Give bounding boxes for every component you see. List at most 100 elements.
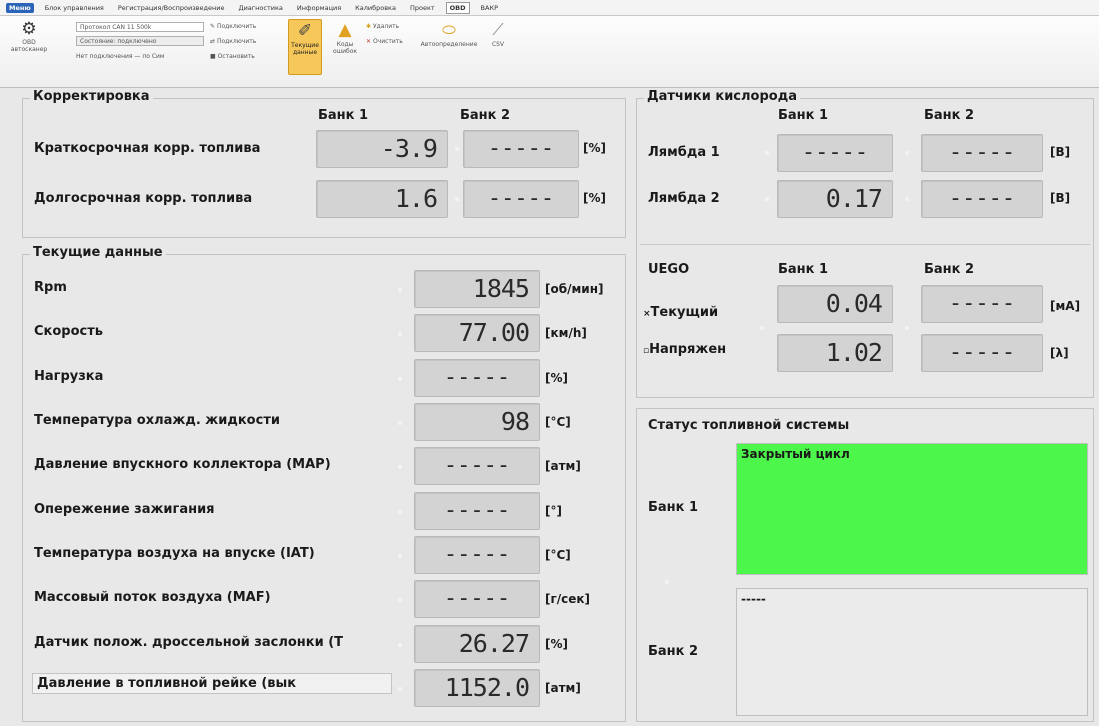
current-row-label: Опережение зажигания: [34, 502, 215, 517]
plug-icon: ⇄: [210, 38, 217, 45]
uego-title: UEGO: [648, 262, 690, 277]
field-marker: [398, 377, 402, 381]
error-codes-button[interactable]: ▲ Коды ошибок: [330, 19, 360, 55]
engine-icon: ⬭: [442, 20, 456, 39]
current-row-unit: [%]: [545, 637, 568, 651]
uego-current-text: Текущий: [650, 305, 719, 320]
uego-voltage-unit: [λ]: [1050, 346, 1069, 360]
lambda1-label: Лямбда 1: [648, 145, 720, 160]
field-marker: [398, 288, 402, 292]
current-row-unit: [атм]: [545, 459, 581, 473]
current-row-unit: [об/мин]: [545, 282, 604, 296]
current-row-value: 98: [414, 403, 540, 441]
current-row-label: Нагрузка: [34, 369, 104, 384]
field-marker: [398, 687, 402, 691]
tab-project[interactable]: Проект: [407, 3, 438, 13]
fuel-status-title: Статус топливной системы: [648, 418, 850, 433]
long-term-fuel-trim-unit: [%]: [583, 191, 606, 205]
current-row-label: Скорость: [34, 324, 103, 339]
close-icon: ✕: [366, 38, 373, 45]
connect-small-label: Подключить: [216, 23, 257, 30]
long-term-fuel-trim-bank1: 1.6: [316, 180, 448, 218]
current-row-label: Температура охлажд. жидкости: [34, 413, 280, 428]
tab-obd[interactable]: OBD: [445, 1, 470, 14]
field-marker: [398, 421, 402, 425]
lambda2-bank1: 0.17: [777, 180, 893, 218]
short-term-fuel-trim-unit: [%]: [583, 141, 606, 155]
tab-ecu[interactable]: Блок управления: [42, 3, 107, 13]
current-row-unit: [атм]: [545, 681, 581, 695]
stop-small-button[interactable]: ■ Остановить: [210, 53, 255, 60]
obd-scanner-label: OBD автосканер: [10, 39, 48, 53]
field-marker: [455, 197, 459, 201]
current-row-label: Давление впускного коллектора (MAP): [34, 457, 331, 472]
short-term-fuel-trim-bank1: -3.9: [316, 130, 448, 168]
clear-small-label: Очистить: [372, 38, 403, 45]
current-data-button[interactable]: ✐ Текущие данные: [288, 19, 322, 75]
delete-small-button[interactable]: ✱ Удалить: [366, 23, 399, 30]
connect-small-button[interactable]: ✎ Подключить: [210, 23, 256, 30]
field-marker: [398, 465, 402, 469]
field-marker: [398, 554, 402, 558]
tab-menu[interactable]: Меню: [6, 2, 34, 13]
ribbon-tab-bar: Меню Блок управления Регистрация/Воспрои…: [0, 0, 1099, 16]
ribbon-toolbar: ⚙ OBD автосканер Протокол CAN 11 500k Со…: [0, 16, 1099, 88]
fuel-status-bank1-label: Банк 1: [648, 500, 699, 515]
protocol-select[interactable]: Протокол CAN 11 500k: [76, 22, 204, 32]
autodetect-button[interactable]: ⬭ Автоопределение: [421, 19, 478, 48]
obd-scanner-button[interactable]: ⚙ OBD автосканер: [8, 20, 50, 54]
correction-title: Корректировка: [30, 89, 153, 104]
pencil-icon: ✎: [210, 23, 217, 30]
uego-bank1-header: Банк 1: [778, 262, 829, 277]
long-term-fuel-trim-label: Долгосрочная корр. топлива: [34, 191, 253, 206]
tab-vakr[interactable]: ВАКР: [478, 3, 501, 13]
clear-small-button[interactable]: ✕ Очистить: [366, 38, 403, 45]
uego-current-marker: ×: [643, 309, 651, 319]
tab-calibration[interactable]: Калибровка: [352, 3, 399, 13]
field-marker: [765, 151, 769, 155]
field-marker: [455, 147, 459, 151]
autodetect-label: Автоопределение: [420, 41, 478, 48]
current-row-value: -----: [414, 359, 540, 397]
field-marker: [905, 326, 909, 330]
uego-voltage-bank2: -----: [921, 334, 1043, 372]
connect2-small-button[interactable]: ⇄ Подключить: [210, 38, 256, 45]
current-row-label: Массовый поток воздуха (MAF): [34, 590, 271, 605]
current-row-unit: [км/h]: [545, 326, 587, 340]
tab-logging[interactable]: Регистрация/Воспроизведение: [115, 3, 228, 13]
lambda1-bank2: -----: [921, 134, 1043, 172]
lambda1-unit: [В]: [1050, 145, 1071, 159]
fuel-status-bank2-label: Банк 2: [648, 644, 699, 659]
tab-info[interactable]: Информация: [294, 3, 344, 13]
uego-current-bank2: -----: [921, 285, 1043, 323]
field-marker: [665, 580, 669, 584]
field-marker: [760, 326, 764, 330]
tab-diagnostics[interactable]: Диагностика: [235, 3, 285, 13]
uego-bank2-header: Банк 2: [924, 262, 975, 277]
ribbon-hint: Нет подключения — по Сим: [76, 53, 165, 60]
short-term-fuel-trim-bank2: -----: [463, 130, 579, 168]
lambda2-label: Лямбда 2: [648, 191, 720, 206]
current-row-value: 77.00: [414, 314, 540, 352]
correction-bank1-header: Банк 1: [318, 108, 369, 123]
correction-bank2-header: Банк 2: [460, 108, 511, 123]
field-marker: [905, 197, 909, 201]
uego-current-unit: [мА]: [1050, 299, 1081, 313]
chart-icon: ⟋: [492, 20, 504, 39]
current-row-unit: [°]: [545, 504, 562, 518]
csv-button[interactable]: ⟋ CSV: [486, 19, 510, 48]
csv-label: CSV: [491, 41, 505, 48]
current-row-unit: [°C]: [545, 548, 571, 562]
current-row-value: -----: [414, 492, 540, 530]
field-marker: [398, 332, 402, 336]
oxygen-bank1-header: Банк 1: [778, 108, 829, 123]
current-row-label: Температура воздуха на впуске (IAT): [34, 546, 315, 561]
field-marker: [398, 598, 402, 602]
oxygen-sensors-title: Датчики кислорода: [644, 89, 800, 104]
current-row-value: -----: [414, 580, 540, 618]
short-term-fuel-trim-label: Краткосрочная корр. топлива: [34, 141, 261, 156]
oxygen-divider: [640, 244, 1090, 245]
current-row-value: -----: [414, 447, 540, 485]
connect2-small-label: Подключить: [216, 38, 257, 45]
error-codes-label: Коды ошибок: [332, 41, 358, 55]
